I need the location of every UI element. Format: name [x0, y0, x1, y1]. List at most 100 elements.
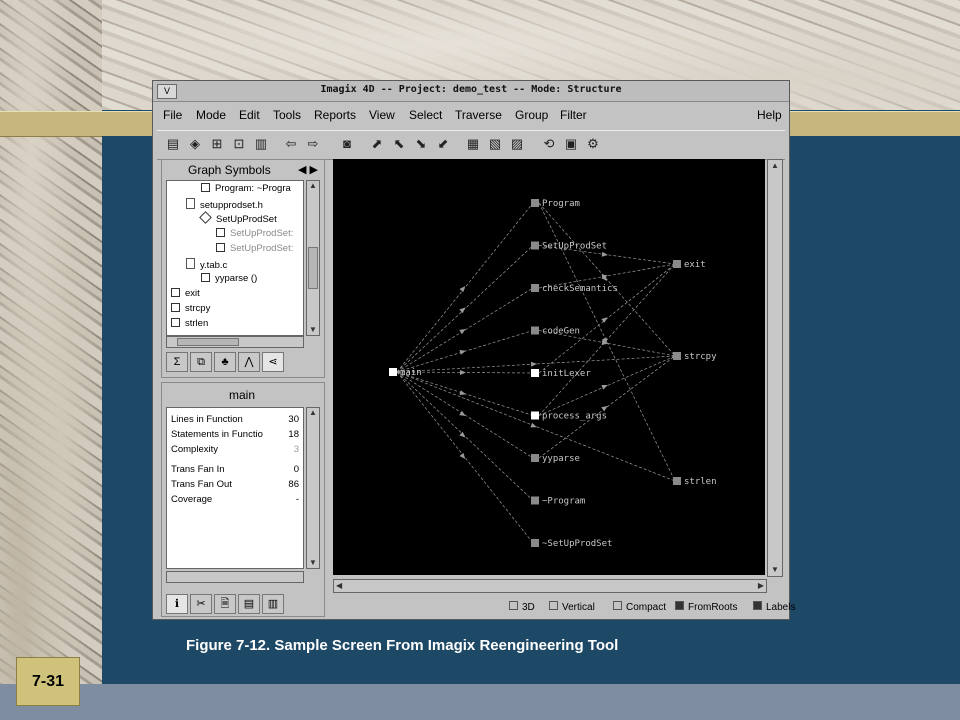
- graph-node-label: initLexer: [542, 369, 591, 379]
- tree-item[interactable]: y.tab.c: [186, 258, 227, 271]
- down-right-icon[interactable]: ⬊: [413, 136, 429, 152]
- graph-node-label: yyparse: [542, 454, 580, 464]
- copy-tab-icon[interactable]: ⧉: [190, 352, 212, 372]
- graph-node-checksemantics[interactable]: [531, 284, 539, 292]
- graph-node-program[interactable]: [531, 199, 539, 207]
- tree-item[interactable]: setupprodset.h: [186, 198, 263, 211]
- back-icon[interactable]: ⇦: [283, 136, 299, 152]
- window-titlebar: V Imagix 4D -- Project: demo_test -- Mod…: [153, 81, 789, 102]
- graph-node-initlexer[interactable]: [531, 369, 539, 377]
- menu-view[interactable]: View: [369, 108, 395, 122]
- menu-tools[interactable]: Tools: [273, 108, 301, 122]
- menu-edit[interactable]: Edit: [239, 108, 260, 122]
- menu-group[interactable]: Group: [515, 108, 548, 122]
- tree-item[interactable]: Program: ~Progra: [201, 183, 291, 194]
- down-left-icon[interactable]: ⬋: [435, 136, 451, 152]
- graph-node-program[interactable]: [531, 496, 539, 505]
- graph-node-process-args[interactable]: [531, 411, 539, 420]
- tree-item[interactable]: SetUpProdSet:: [216, 228, 293, 239]
- open-icon[interactable]: ▤: [165, 136, 181, 152]
- menu-help[interactable]: Help: [757, 108, 782, 122]
- settings-icon[interactable]: ⚙: [585, 136, 601, 152]
- scroll-right-icon[interactable]: ▶: [758, 581, 764, 591]
- graph-node-strcpy[interactable]: [673, 352, 681, 360]
- scroll-up-icon[interactable]: ▲: [309, 408, 317, 418]
- tree-item[interactable]: exit: [171, 288, 200, 299]
- option-compact[interactable]: Compact: [613, 601, 666, 613]
- table-tab-icon[interactable]: ▤: [238, 594, 260, 614]
- hierarchy-tab-icon[interactable]: ⋀: [238, 352, 260, 372]
- menu-reports[interactable]: Reports: [314, 108, 356, 122]
- call-graph-canvas[interactable]: main Program SetUpProdSet checkSemantics cod…: [333, 159, 765, 575]
- scroll-down-icon[interactable]: ▼: [309, 325, 317, 335]
- tree-item[interactable]: strlen: [171, 318, 208, 329]
- graph-hscrollbar[interactable]: ◀ ▶: [333, 579, 767, 593]
- graph-vscrollbar[interactable]: ▲ ▼: [767, 159, 783, 577]
- checkbox-icon[interactable]: [753, 601, 762, 610]
- checkbox-icon[interactable]: [675, 601, 684, 610]
- option-3d[interactable]: 3D: [509, 601, 535, 613]
- tree-tab-icon[interactable]: ♣: [214, 352, 236, 372]
- menubar: File Mode Edit Tools Reports View Select Traver…: [153, 104, 789, 126]
- sigma-tab-icon[interactable]: Σ: [166, 352, 188, 372]
- scroll-down-icon[interactable]: ▼: [771, 565, 779, 575]
- menu-filter[interactable]: Filter: [560, 108, 587, 122]
- chart-icon[interactable]: ▥: [253, 136, 269, 152]
- checkbox-icon[interactable]: [613, 601, 622, 610]
- grid-icon[interactable]: ⊞: [209, 136, 225, 152]
- menu-mode[interactable]: Mode: [196, 108, 226, 122]
- graph-node-main[interactable]: [389, 368, 397, 376]
- scroll-thumb[interactable]: [308, 247, 318, 289]
- checkbox-icon[interactable]: [509, 601, 518, 610]
- scroll-thumb[interactable]: [177, 338, 239, 346]
- metrics-hscrollbar[interactable]: [166, 571, 304, 583]
- option-labels[interactable]: Labels: [753, 601, 795, 613]
- pattern-b-icon[interactable]: ▧: [487, 136, 503, 152]
- graph-node-setupprodset[interactable]: [531, 241, 539, 250]
- focus-icon[interactable]: ◙: [339, 136, 355, 152]
- scroll-down-icon[interactable]: ▼: [309, 558, 317, 568]
- print-icon[interactable]: ◈: [187, 136, 203, 152]
- refresh-icon[interactable]: ⟲: [541, 136, 557, 152]
- graph-node-setupprodset[interactable]: [531, 539, 539, 547]
- graph-node-label: strlen: [684, 477, 717, 487]
- tree-item[interactable]: SetUpProdSet:: [216, 243, 293, 254]
- menu-traverse[interactable]: Traverse: [455, 108, 502, 122]
- document-tab-icon[interactable]: 🗎: [214, 594, 236, 614]
- imagix-window: V Imagix 4D -- Project: demo_test -- Mod…: [152, 80, 795, 620]
- graph-node-strlen[interactable]: [673, 477, 681, 485]
- scroll-up-icon[interactable]: ▲: [771, 161, 779, 171]
- scroll-left-icon[interactable]: ◀: [336, 581, 342, 591]
- symbol-tree-vscrollbar[interactable]: ▲ ▼: [306, 180, 320, 336]
- graph-node-exit[interactable]: [673, 260, 681, 268]
- tree-item[interactable]: yyparse (): [201, 273, 257, 284]
- function-box-icon: [171, 318, 180, 327]
- up-right-icon[interactable]: ⬉: [391, 136, 407, 152]
- forward-icon[interactable]: ⇨: [305, 136, 321, 152]
- graph-node-yyparse[interactable]: [531, 454, 539, 462]
- function-box-icon: [216, 243, 225, 252]
- chart-tab-icon[interactable]: ▥: [262, 594, 284, 614]
- graph-tab-icon[interactable]: ⋖: [262, 352, 284, 372]
- pattern-a-icon[interactable]: ▦: [465, 136, 481, 152]
- metrics-vscrollbar[interactable]: ▲ ▼: [306, 407, 320, 569]
- option-vertical[interactable]: Vertical: [549, 601, 595, 613]
- symbol-tree-hscrollbar[interactable]: [166, 336, 304, 348]
- frame-icon[interactable]: ⊡: [231, 136, 247, 152]
- checkbox-icon[interactable]: [549, 601, 558, 610]
- up-left-icon[interactable]: ⬈: [369, 136, 385, 152]
- save-icon[interactable]: ▣: [563, 136, 579, 152]
- arrow-left-icon[interactable]: ◀: [298, 164, 306, 176]
- menu-file[interactable]: File: [163, 108, 182, 122]
- cut-tab-icon[interactable]: ✂: [190, 594, 212, 614]
- menu-select[interactable]: Select: [409, 108, 442, 122]
- arrow-right-icon[interactable]: ▶: [310, 164, 318, 176]
- tree-item[interactable]: SetUpProdSet: [199, 211, 277, 225]
- pattern-c-icon[interactable]: ▨: [509, 136, 525, 152]
- scroll-up-icon[interactable]: ▲: [309, 181, 317, 191]
- option-fromroots[interactable]: FromRoots: [675, 601, 737, 613]
- tree-item[interactable]: strcpy: [171, 303, 210, 314]
- toolbar: ▤ ◈ ⊞ ⊡ ▥ ⇦ ⇨ ◙ ⬈ ⬉ ⬊ ⬋ ▦ ▧ ▨ ⟲ ▣ ⚙: [157, 130, 785, 160]
- graph-node-codegen[interactable]: [531, 326, 539, 335]
- info-tab-icon[interactable]: ℹ: [166, 594, 188, 614]
